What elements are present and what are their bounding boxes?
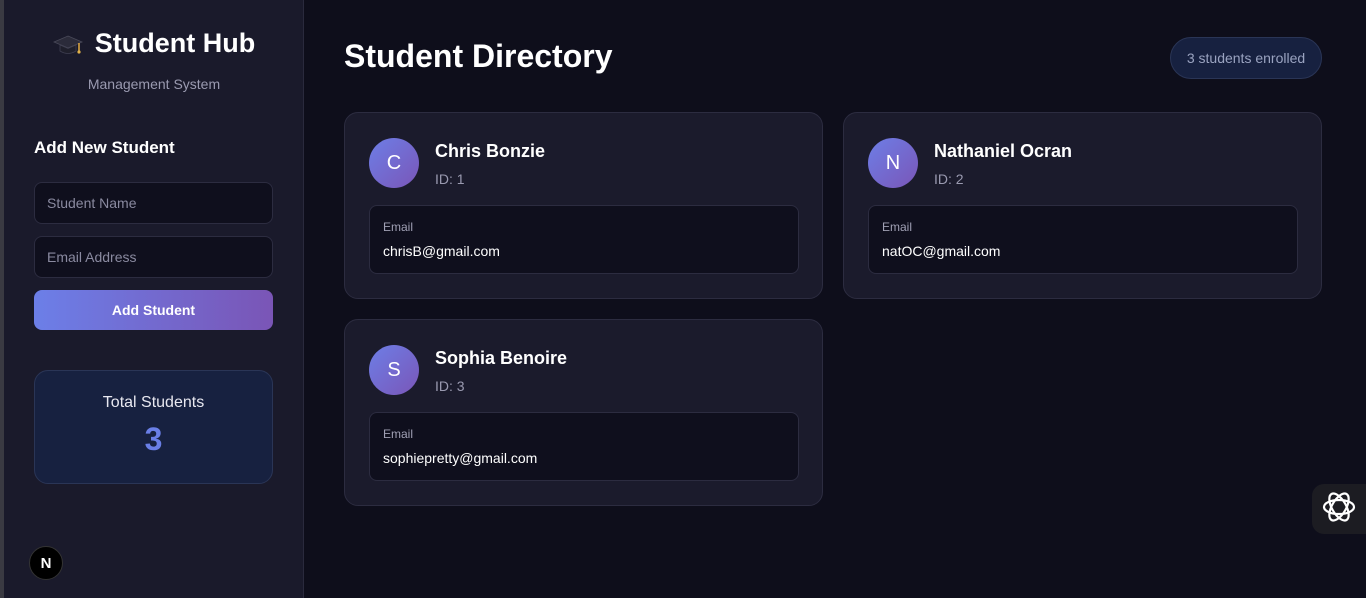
student-card[interactable]: S Sophia Benoire ID: 3 Email sophieprett… [344, 319, 823, 506]
email-label: Email [882, 220, 913, 234]
brand: Student Hub [4, 28, 304, 64]
total-students-card: Total Students 3 [34, 370, 273, 484]
student-email-box: Email chrisB@gmail.com [369, 205, 799, 274]
app-window: Student Hub Management System Add New St… [0, 0, 1366, 598]
student-avatar: S [369, 345, 419, 395]
assistant-launcher-button[interactable] [1312, 484, 1366, 534]
email-label: Email [383, 220, 414, 234]
brand-title: Student Hub [52, 28, 256, 59]
student-name-input[interactable] [34, 182, 273, 224]
sidebar: Student Hub Management System Add New St… [4, 0, 304, 598]
student-email: natOC@gmail.com [882, 243, 1001, 259]
student-id: ID: 3 [435, 378, 465, 394]
email-address-input[interactable] [34, 236, 273, 278]
next-dev-indicator-button[interactable]: N [29, 546, 63, 580]
openai-logo-icon [1321, 489, 1357, 530]
student-email-box: Email natOC@gmail.com [868, 205, 1298, 274]
student-name: Nathaniel Ocran [934, 141, 1073, 161]
total-students-label: Total Students [102, 394, 205, 411]
email-label: Email [383, 427, 414, 441]
add-student-heading: Add New Student [34, 138, 175, 157]
student-name: Chris Bonzie [435, 141, 546, 161]
student-card[interactable]: N Nathaniel Ocran ID: 2 Email natOC@gmai… [843, 112, 1322, 299]
main-content: Student Directory 3 students enrolled C … [304, 0, 1366, 598]
student-id: ID: 1 [435, 171, 465, 187]
student-name: Sophia Benoire [435, 348, 568, 368]
student-email: chrisB@gmail.com [383, 243, 500, 259]
total-students-count: 3 [144, 421, 163, 457]
graduation-cap-icon [52, 29, 83, 59]
brand-name: Student Hub [94, 28, 256, 58]
next-badge-letter: N [40, 554, 52, 572]
student-avatar: N [868, 138, 918, 188]
add-student-button[interactable]: Add Student [34, 290, 273, 330]
enrolled-count-badge: 3 students enrolled [1170, 37, 1322, 79]
student-avatar: C [369, 138, 419, 188]
brand-subtitle: Management System [87, 76, 221, 92]
student-id: ID: 2 [934, 171, 964, 187]
student-email-box: Email sophiepretty@gmail.com [369, 412, 799, 481]
page-title: Student Directory [344, 38, 613, 74]
student-card[interactable]: C Chris Bonzie ID: 1 Email chrisB@gmail.… [344, 112, 823, 299]
student-email: sophiepretty@gmail.com [383, 450, 538, 466]
